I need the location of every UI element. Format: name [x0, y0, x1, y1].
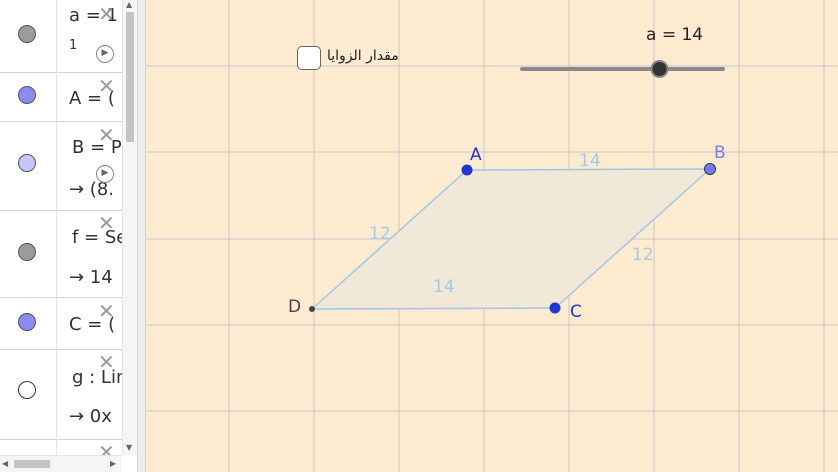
scroll-left-arrow-icon[interactable]: ◀: [2, 459, 8, 468]
algebra-view: a = 1 1 ✕ ▶ A = ( ✕ B = P → (8. ✕ ▶ f = …: [0, 0, 137, 472]
visibility-toggle[interactable]: [18, 313, 36, 331]
point-label-d: D: [288, 297, 301, 317]
algebra-row-point-a[interactable]: A = ( ✕: [0, 72, 122, 122]
segment-label-cd: 14: [433, 277, 455, 297]
delete-icon[interactable]: ✕: [98, 4, 115, 24]
angles-checkbox-label: مقدار الزوايا: [327, 48, 399, 64]
scroll-up-arrow-icon[interactable]: ▲: [126, 0, 132, 9]
visibility-toggle[interactable]: [18, 154, 36, 172]
delete-icon[interactable]: ✕: [98, 76, 115, 96]
view-divider[interactable]: [137, 0, 146, 472]
visibility-toggle[interactable]: [18, 243, 36, 261]
scrollbar-thumb[interactable]: [126, 12, 134, 142]
algebra-row-value: → 14: [69, 267, 113, 288]
row-gutter: [56, 439, 57, 455]
play-icon[interactable]: ▶: [96, 165, 114, 183]
algebra-row-slider-a[interactable]: a = 1 1 ✕ ▶: [0, 0, 122, 73]
scroll-down-arrow-icon[interactable]: ▼: [126, 443, 132, 452]
algebra-row-value: → 0x: [69, 406, 112, 427]
delete-icon[interactable]: ✕: [98, 301, 115, 321]
row-gutter: [56, 72, 57, 121]
algebra-row-point-b[interactable]: B = P → (8. ✕ ▶: [0, 121, 122, 211]
scroll-right-arrow-icon[interactable]: ▶: [110, 459, 116, 468]
row-gutter: [56, 297, 57, 349]
point-label-a: A: [470, 145, 482, 165]
scrollbar-thumb[interactable]: [14, 460, 50, 468]
segment-label-da: 12: [369, 224, 391, 244]
row-gutter: [56, 121, 57, 210]
point-b[interactable]: [704, 163, 716, 175]
point-label-c: C: [570, 302, 582, 322]
visibility-toggle[interactable]: [18, 25, 36, 43]
algebra-row-line-g[interactable]: g : Lin → 0x ✕: [0, 349, 127, 440]
slider-knob[interactable]: [650, 60, 669, 78]
segment-label-ab: 14: [579, 151, 601, 171]
algebra-row-point-c[interactable]: C = ( ✕: [0, 297, 122, 350]
slider-label: a = 14: [646, 25, 704, 45]
algebra-row-partial: ✕: [0, 439, 122, 462]
segment-cd[interactable]: [311, 307, 556, 310]
delete-icon[interactable]: ✕: [98, 352, 115, 372]
row-gutter: [56, 210, 57, 297]
point-d[interactable]: [309, 306, 315, 312]
angles-checkbox[interactable]: [297, 46, 321, 70]
delete-icon[interactable]: ✕: [98, 125, 115, 145]
point-a[interactable]: [461, 164, 473, 176]
visibility-toggle[interactable]: [18, 381, 36, 399]
algebra-row-value: 1: [69, 38, 78, 53]
visibility-toggle[interactable]: [18, 86, 36, 104]
algebra-row-segment-f[interactable]: f = Se → 14 ✕: [0, 210, 127, 298]
play-icon[interactable]: ▶: [96, 45, 114, 63]
segment-label-bc: 12: [632, 245, 654, 265]
row-gutter: [56, 349, 57, 439]
vertical-scrollbar[interactable]: ▲ ▼: [122, 0, 137, 455]
delete-icon[interactable]: ✕: [98, 213, 115, 233]
graphics-view[interactable]: 14 12 14 12 A B C D: [146, 0, 838, 472]
horizontal-scrollbar[interactable]: ◀ ▶: [0, 455, 122, 472]
point-label-b: B: [714, 143, 726, 163]
row-gutter: [56, 0, 57, 72]
point-c[interactable]: [549, 302, 561, 314]
